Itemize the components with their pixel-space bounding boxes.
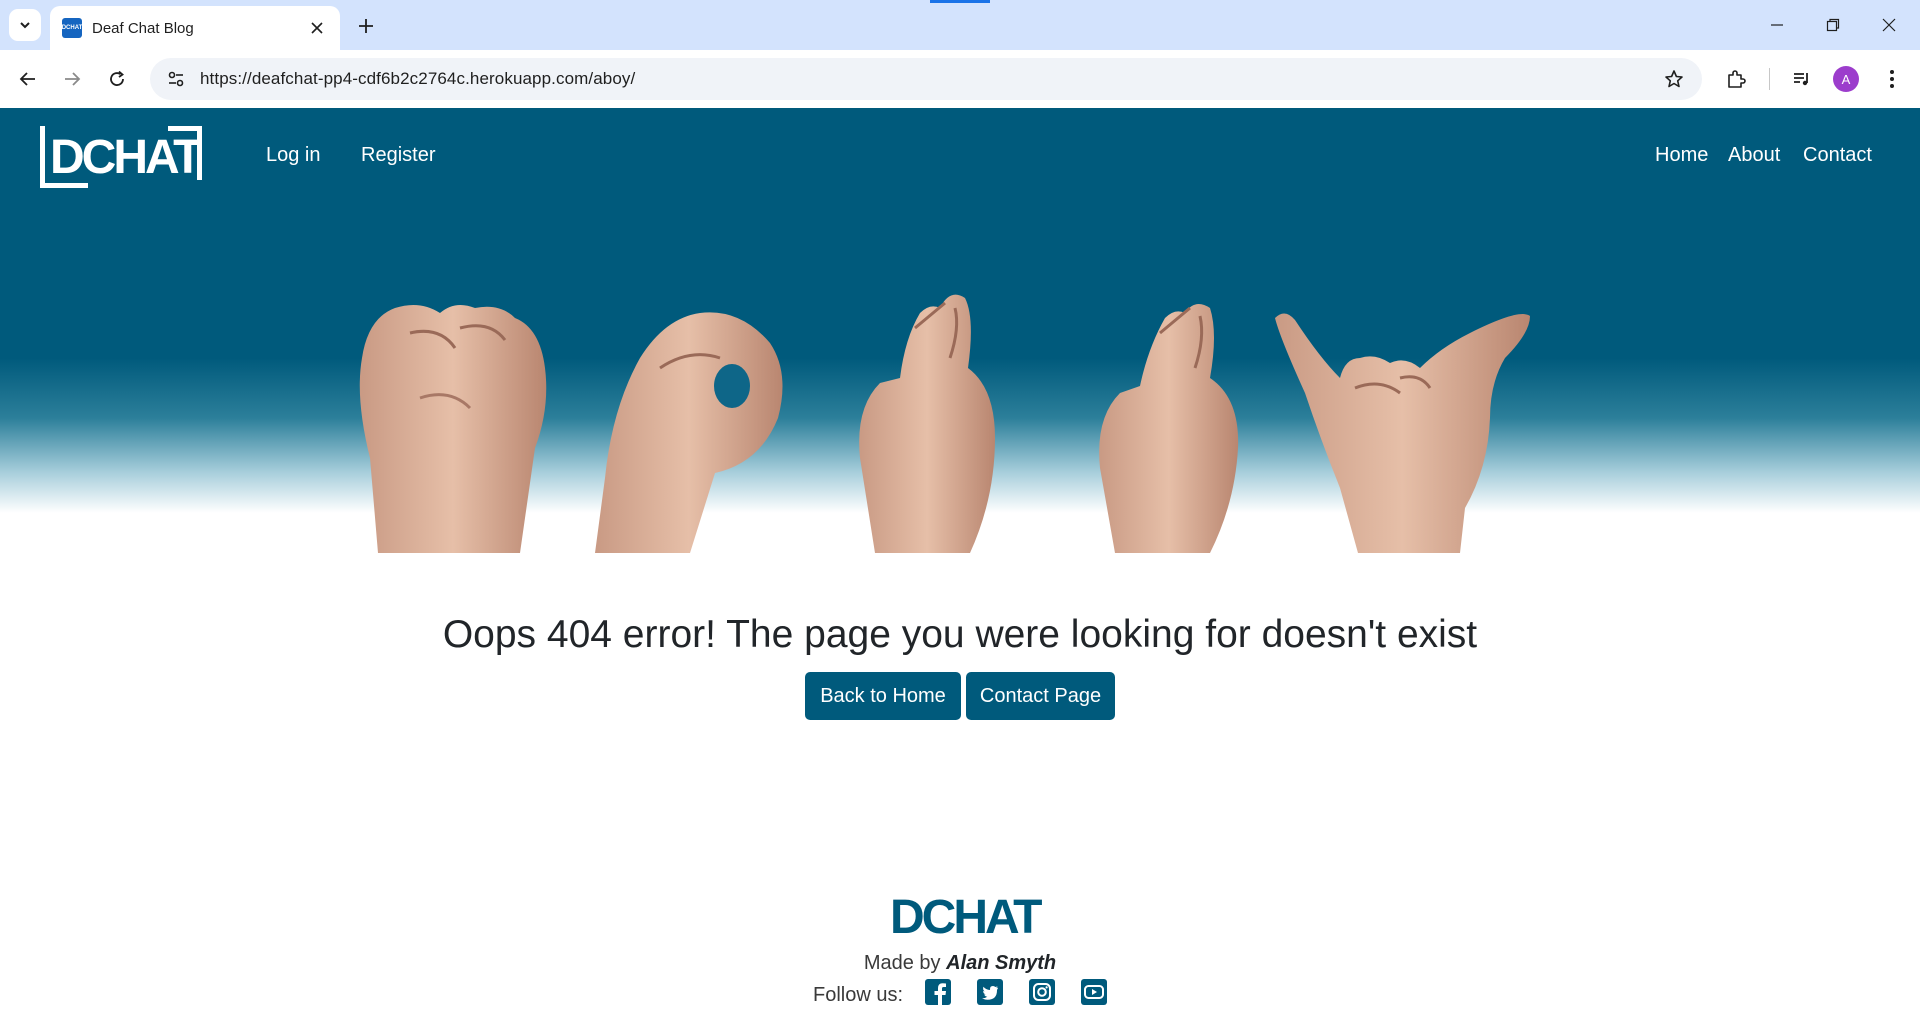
tune-icon <box>168 71 184 87</box>
minimize-button[interactable] <box>1754 10 1800 40</box>
web-page: DCHAT Log in Register Home About Contact <box>0 108 1920 1030</box>
site-navbar: DCHAT Log in Register Home About Contact <box>0 108 1920 208</box>
nav-register-link[interactable]: Register <box>361 144 435 167</box>
close-icon <box>311 22 323 34</box>
nav-login-link[interactable]: Log in <box>266 144 321 167</box>
restore-icon <box>1826 18 1840 32</box>
playlist-icon <box>1794 73 1808 86</box>
nav-about-link[interactable]: About <box>1728 144 1780 167</box>
logo-text: DCHAT <box>50 131 202 184</box>
arrow-left-icon <box>19 72 35 86</box>
more-vertical-icon <box>1890 70 1894 88</box>
instagram-icon[interactable] <box>1028 978 1056 1006</box>
media-control-button[interactable] <box>1786 63 1818 95</box>
bookmark-button[interactable] <box>1654 58 1694 100</box>
toolbar-separator <box>1769 68 1770 90</box>
restore-button[interactable] <box>1810 10 1856 40</box>
reload-icon <box>110 70 124 86</box>
author-name: Alan Smyth <box>946 952 1057 974</box>
facebook-icon[interactable] <box>924 978 952 1006</box>
back-to-home-button[interactable]: Back to Home <box>805 672 961 720</box>
close-icon <box>1882 18 1896 32</box>
minimize-icon <box>1771 24 1783 26</box>
logo-bracket <box>40 126 45 188</box>
hand-sign-r <box>1099 304 1239 553</box>
browser-tab-strip: DCHAT Deaf Chat Blog <box>0 0 1920 50</box>
logo-text: DCHAT <box>890 891 1042 944</box>
close-window-button[interactable] <box>1866 10 1912 40</box>
plus-icon <box>359 19 373 33</box>
hand-sign-o <box>595 312 783 553</box>
hand-sign-a <box>359 304 547 553</box>
extensions-button[interactable] <box>1720 63 1752 95</box>
tab-close-button[interactable] <box>306 17 328 39</box>
chevron-down-icon <box>20 22 30 29</box>
back-button[interactable] <box>12 63 44 95</box>
youtube-icon[interactable] <box>1080 978 1108 1006</box>
browser-toolbar: https://deafchat-pp4-cdf6b2c2764c.heroku… <box>0 50 1920 108</box>
address-bar[interactable]: https://deafchat-pp4-cdf6b2c2764c.heroku… <box>150 58 1702 100</box>
tab-search-button[interactable] <box>9 9 41 41</box>
arrow-right-icon <box>65 72 81 86</box>
error-title: Oops 404 error! The page you were lookin… <box>442 613 1478 656</box>
hand-sign-y <box>1275 313 1530 553</box>
hero-banner <box>0 208 1920 553</box>
site-logo[interactable]: DCHAT <box>40 126 202 188</box>
tab-strip-accent <box>930 0 990 3</box>
nav-contact-link[interactable]: Contact <box>1803 144 1872 167</box>
forward-button[interactable] <box>56 63 88 95</box>
new-tab-button[interactable] <box>352 12 380 40</box>
contact-page-button[interactable]: Contact Page <box>966 672 1115 720</box>
puzzle-icon <box>1728 70 1746 88</box>
follow-us-label: Follow us: <box>813 984 904 1006</box>
made-by-prefix: Made by <box>863 952 941 974</box>
reload-button[interactable] <box>101 63 133 95</box>
tab-title: Deaf Chat Blog <box>92 19 194 37</box>
footer-logo[interactable]: DCHAT <box>880 886 1042 948</box>
site-favicon: DCHAT <box>62 18 82 38</box>
made-by-text: Made by Alan Smyth <box>0 952 1920 975</box>
star-icon <box>1665 70 1683 88</box>
profile-avatar[interactable]: A <box>1833 66 1859 92</box>
hand-sign-r <box>859 294 995 553</box>
sign-language-hands-image <box>359 294 1530 553</box>
browser-tab-active[interactable]: DCHAT Deaf Chat Blog <box>50 6 340 50</box>
nav-home-link[interactable]: Home <box>1655 144 1708 167</box>
browser-menu-button[interactable] <box>1876 63 1908 95</box>
site-info-button[interactable] <box>156 58 196 100</box>
twitter-icon[interactable] <box>976 978 1004 1006</box>
url-text[interactable]: https://deafchat-pp4-cdf6b2c2764c.heroku… <box>200 69 1654 89</box>
